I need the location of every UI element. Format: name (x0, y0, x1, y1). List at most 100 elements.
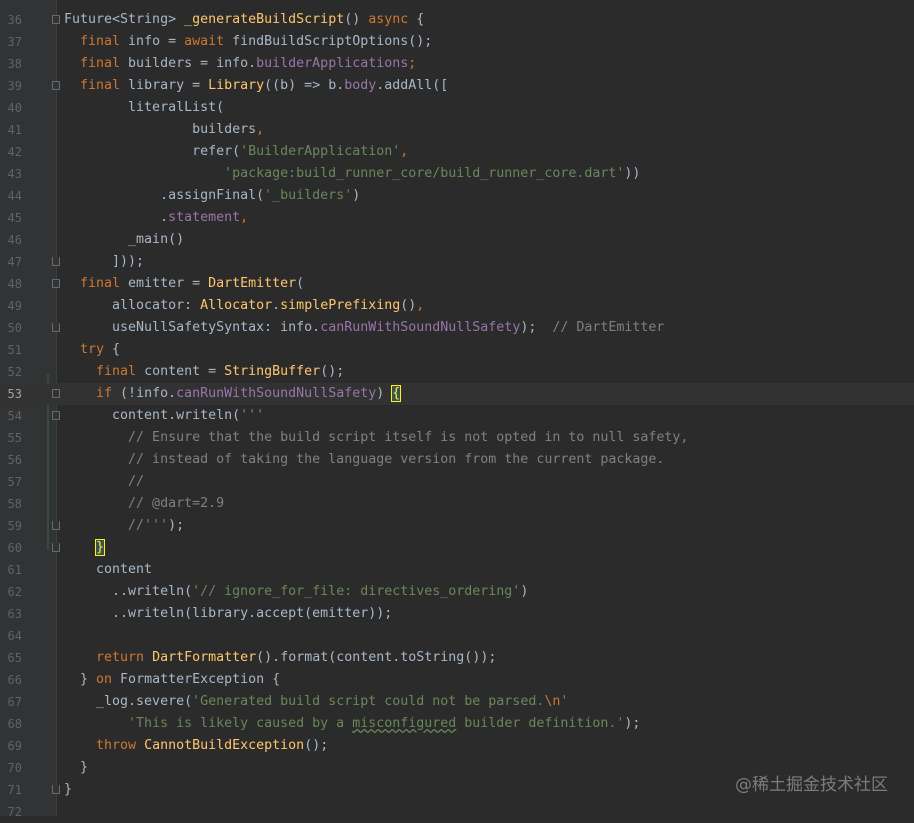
code-line[interactable]: 49 allocator: Allocator.simplePrefixing(… (0, 295, 914, 317)
fold-marker-icon[interactable] (52, 257, 60, 266)
code-line[interactable]: 67 _log.severe('Generated build script c… (0, 691, 914, 713)
code-line[interactable]: 53 if (!info.canRunWithSoundNullSafety) … (0, 383, 914, 405)
code-line[interactable]: 69 throw CannotBuildException(); (0, 735, 914, 757)
code-token: // @dart=2.9 (64, 496, 225, 511)
code-line[interactable]: 52 final content = StringBuffer(); (0, 361, 914, 383)
line-number: 40 (7, 101, 22, 115)
code-line[interactable]: 48 final emitter = DartEmitter( (0, 273, 914, 295)
fold-marker-icon[interactable] (52, 521, 60, 530)
code-line[interactable]: 60 } (0, 537, 914, 559)
line-number: 56 (7, 453, 22, 467)
code-token: return (96, 650, 145, 665)
code-line[interactable]: 38 final builders = info.builderApplicat… (0, 53, 914, 75)
code-token: ((b) => b. (264, 78, 345, 93)
code-line[interactable]: 51 try { (0, 339, 914, 361)
code-line[interactable]: 63 ..writeln(library.accept(emitter)); (0, 603, 914, 625)
code-token: final (80, 276, 121, 291)
code-line[interactable]: 62 ..writeln('// ignore_for_file: direct… (0, 581, 914, 603)
code-text: // @dart=2.9 (64, 493, 224, 515)
code-text: // (64, 471, 144, 493)
fold-marker-icon[interactable] (52, 785, 60, 794)
code-token: _log.severe( (64, 694, 193, 709)
code-token: content (64, 562, 153, 577)
code-token: } (64, 782, 73, 797)
code-line[interactable]: 66 } on FormatterException { (0, 669, 914, 691)
code-token: final (80, 56, 121, 71)
code-token: // Ensure that the build script itself i… (64, 430, 689, 445)
fold-marker-icon[interactable] (52, 411, 60, 420)
code-line[interactable]: 50 useNullSafetySyntax: info.canRunWithS… (0, 317, 914, 339)
fold-marker-icon[interactable] (52, 543, 60, 552)
code-line[interactable]: 40 literalList( (0, 97, 914, 119)
code-token: ..writeln( (64, 584, 193, 599)
code-token: canRunWithSoundNullSafety (320, 320, 521, 335)
code-token: info = (120, 34, 185, 49)
line-number: 65 (7, 651, 22, 665)
code-line[interactable]: 64 (0, 625, 914, 647)
code-line[interactable]: 54 content.writeln(''' (0, 405, 914, 427)
code-text: allocator: Allocator.simplePrefixing(), (64, 295, 424, 317)
code-token: on (96, 672, 113, 687)
code-token: // (64, 474, 145, 489)
line-number: 42 (7, 145, 22, 159)
code-line[interactable]: 43 'package:build_runner_core/build_runn… (0, 163, 914, 185)
code-line[interactable]: 72 (0, 801, 914, 823)
code-token: final (80, 34, 121, 49)
fold-marker-icon[interactable] (52, 15, 60, 24)
code-line[interactable]: 44 .assignFinal('_builders') (0, 185, 914, 207)
code-line[interactable]: 57 // (0, 471, 914, 493)
code-line[interactable]: 61 content (0, 559, 914, 581)
code-token: ''' (240, 408, 265, 423)
code-token: library = (120, 78, 209, 93)
code-line[interactable]: 41 builders, (0, 119, 914, 141)
code-token: ); (168, 518, 185, 533)
code-token: _main() (64, 232, 185, 247)
code-line[interactable]: 46 _main() (0, 229, 914, 251)
code-line[interactable]: 59 //'''); (0, 515, 914, 537)
line-number: 64 (7, 629, 22, 643)
line-number: 38 (7, 57, 22, 71)
code-editor[interactable]: 36 Future<String> _generateBuildScript() … (0, 0, 914, 819)
code-line[interactable]: 56 // instead of taking the language ver… (0, 449, 914, 471)
line-number: 66 (7, 673, 22, 687)
code-token: ' (560, 694, 569, 709)
fold-marker-icon[interactable] (52, 389, 60, 398)
line-number: 55 (7, 431, 22, 445)
code-line[interactable]: 42 refer('BuilderApplication', (0, 141, 914, 163)
code-line[interactable]: 68 'This is likely caused by a misconfig… (0, 713, 914, 735)
line-number: 51 (7, 343, 22, 357)
code-line[interactable]: 37 final info = await findBuildScriptOpt… (0, 31, 914, 53)
code-token: , (240, 210, 249, 225)
code-token: emitter = (120, 276, 209, 291)
code-text: content (64, 559, 152, 581)
fold-marker-icon[interactable] (52, 81, 60, 90)
code-text: //'''); (64, 515, 184, 537)
fold-marker-icon[interactable] (52, 279, 60, 288)
code-line[interactable]: 58 // @dart=2.9 (0, 493, 914, 515)
code-line[interactable]: 36 Future<String> _generateBuildScript() … (0, 9, 914, 31)
code-token: { (391, 385, 402, 402)
code-text: _main() (64, 229, 184, 251)
code-line[interactable]: 39 final library = Library((b) => b.body… (0, 75, 914, 97)
code-token: ) (352, 188, 361, 203)
code-line[interactable]: 55 // Ensure that the build script itsel… (0, 427, 914, 449)
code-token: CannotBuildException (144, 738, 305, 753)
code-text: } on FormatterException { (64, 669, 280, 691)
line-number: 43 (7, 167, 22, 181)
line-number: 57 (7, 475, 22, 489)
line-number: 53 (7, 387, 22, 401)
code-line[interactable]: 65 return DartFormatter().format(content… (0, 647, 914, 669)
code-line[interactable]: 45 .statement, (0, 207, 914, 229)
fold-marker-icon[interactable] (52, 323, 60, 332)
code-token: 'BuilderApplication' (240, 144, 401, 159)
code-token: ])); (64, 254, 145, 269)
code-token: findBuildScriptOptions(); (224, 34, 433, 49)
code-token: refer( (64, 144, 241, 159)
code-token: DartFormatter (152, 650, 257, 665)
code-token: ); (624, 716, 641, 731)
code-line[interactable]: 47 ])); (0, 251, 914, 273)
